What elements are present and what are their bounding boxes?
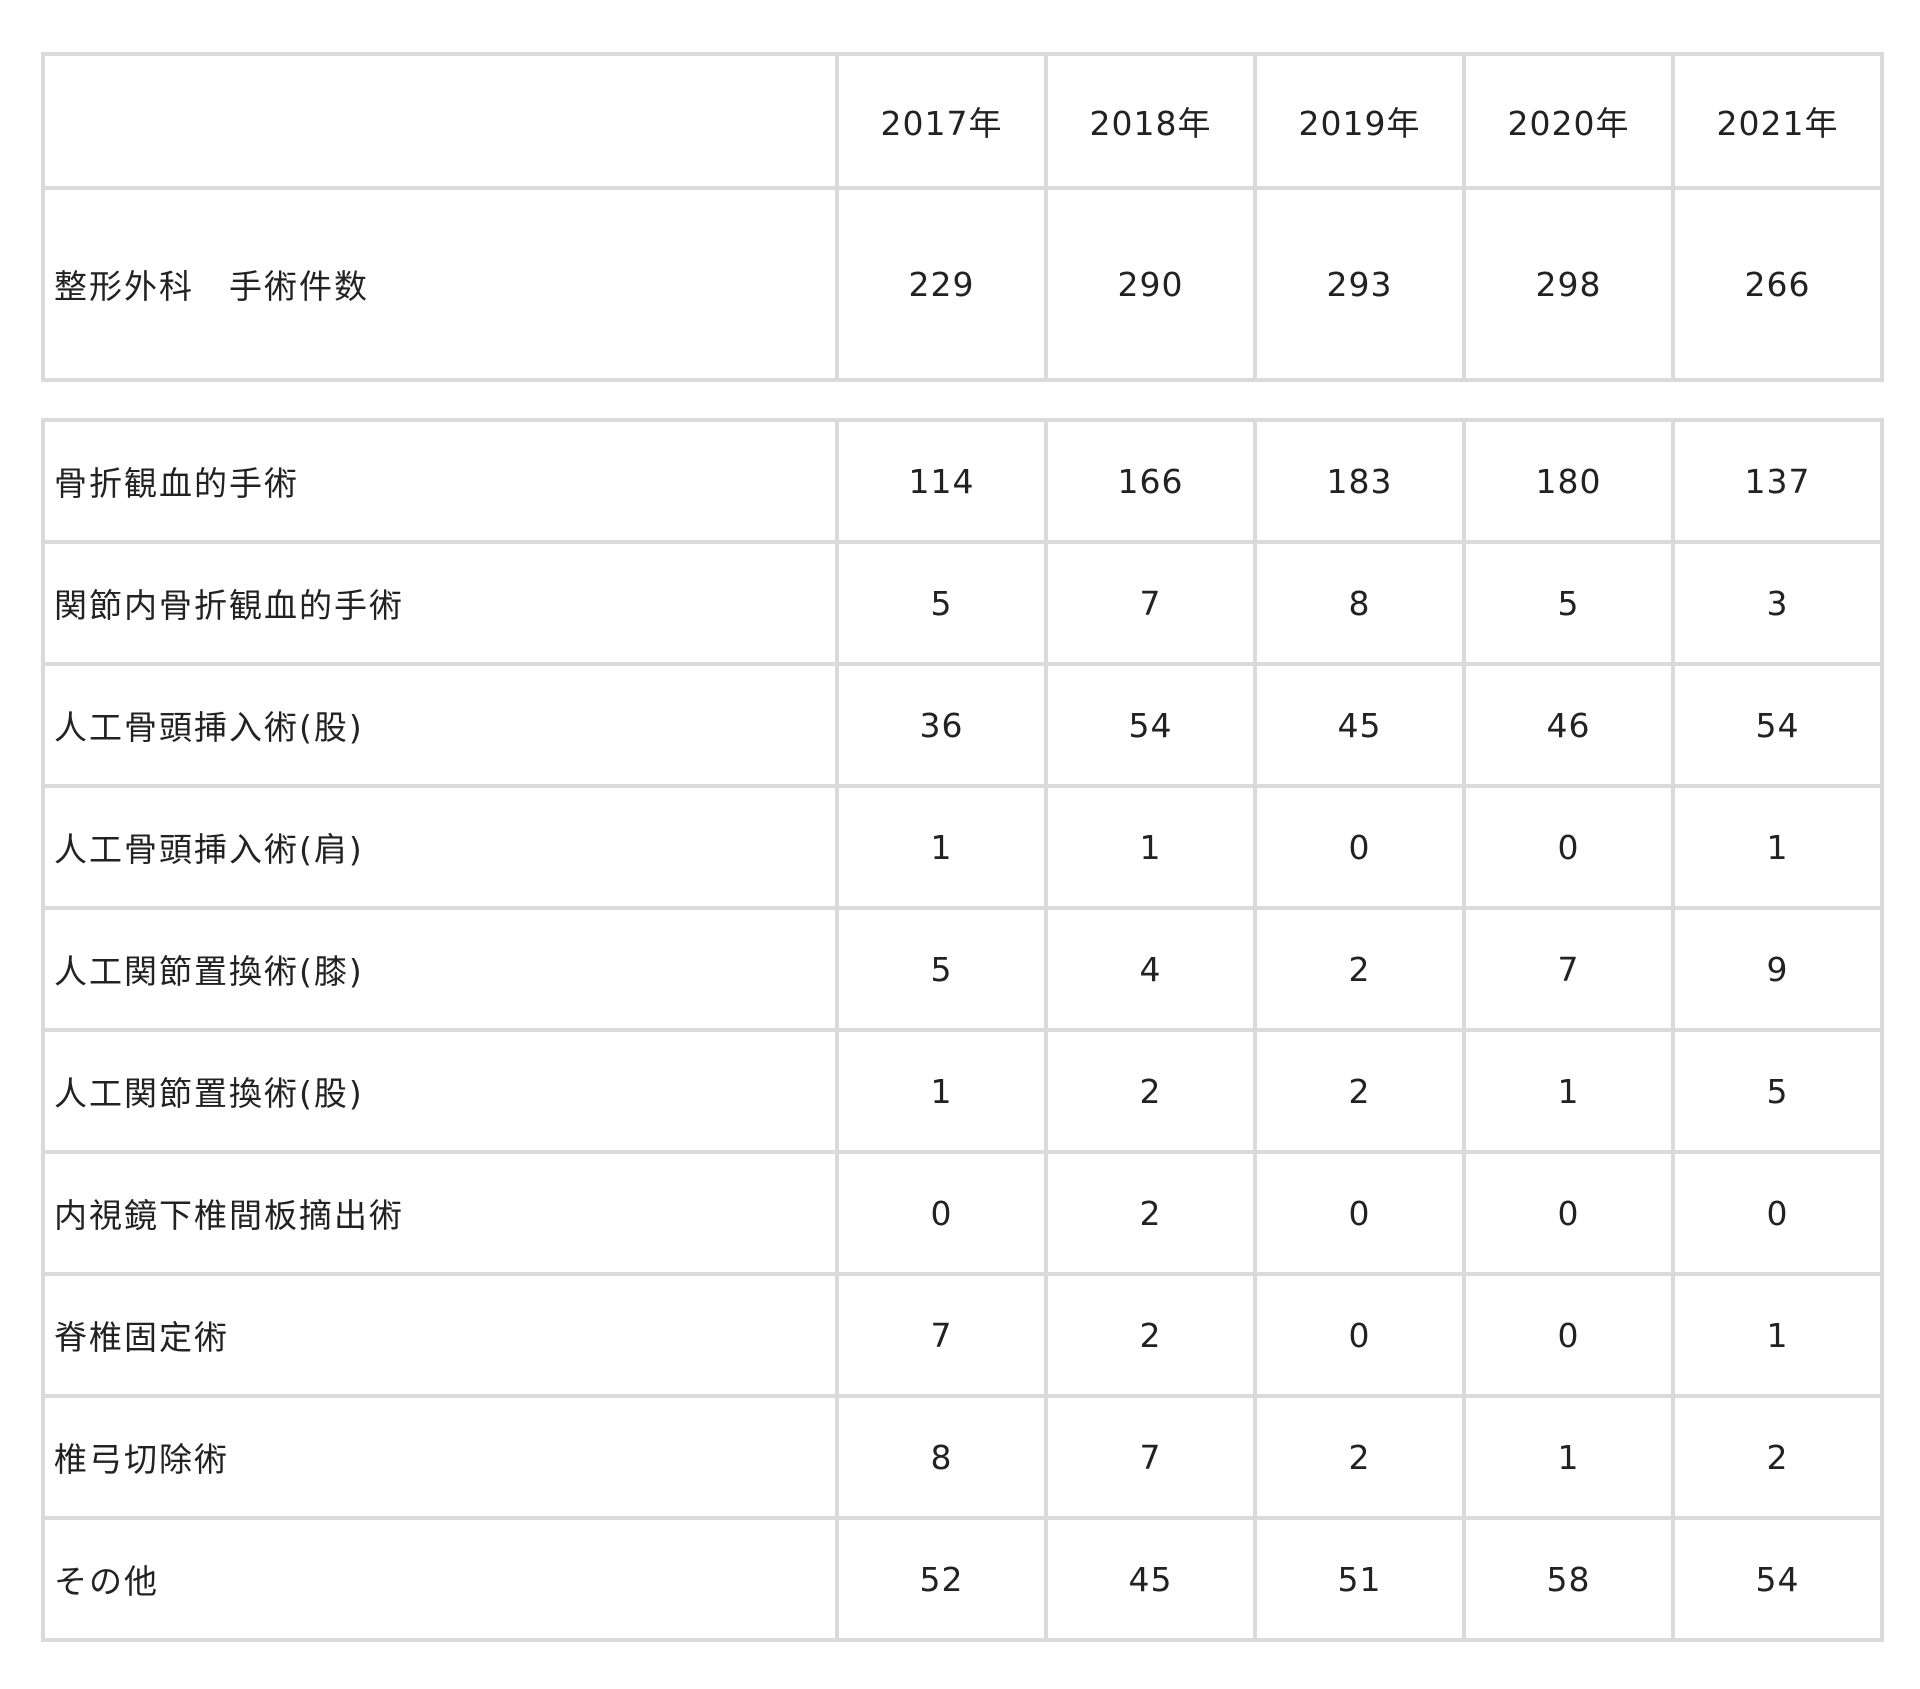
count-cell: 2 <box>1253 1028 1466 1154</box>
count-cell: 54 <box>1044 662 1257 788</box>
procedure-label: 内視鏡下椎間板摘出術 <box>41 1150 839 1276</box>
procedure-label: 脊椎固定術 <box>41 1272 839 1398</box>
count-cell: 183 <box>1253 418 1466 544</box>
procedure-table: 骨折観血的手術 114 166 183 180 137 関節内骨折観血的手術 5… <box>41 418 1884 1642</box>
table-row: その他 52 45 51 58 54 <box>41 1516 1884 1642</box>
table-row: 人工骨頭挿入術(股) 36 54 45 46 54 <box>41 662 1884 788</box>
table-row: 関節内骨折観血的手術 5 7 8 5 3 <box>41 540 1884 666</box>
count-cell: 0 <box>1253 1272 1466 1398</box>
count-cell: 1 <box>1462 1028 1675 1154</box>
procedure-label: 関節内骨折観血的手術 <box>41 540 839 666</box>
count-cell: 2 <box>1253 906 1466 1032</box>
count-cell: 1 <box>1671 1272 1884 1398</box>
summary-table: 2017年 2018年 2019年 2020年 2021年 整形外科 手術件数 … <box>41 52 1884 382</box>
table-row: 人工関節置換術(膝) 5 4 2 7 9 <box>41 906 1884 1032</box>
count-cell: 54 <box>1671 1516 1884 1642</box>
count-cell: 0 <box>835 1150 1048 1276</box>
count-cell: 180 <box>1462 418 1675 544</box>
count-cell: 0 <box>1253 784 1466 910</box>
table-row: 人工関節置換術(股) 1 2 2 1 5 <box>41 1028 1884 1154</box>
count-cell: 51 <box>1253 1516 1466 1642</box>
procedure-label: 骨折観血的手術 <box>41 418 839 544</box>
count-cell: 5 <box>1671 1028 1884 1154</box>
count-cell: 0 <box>1253 1150 1466 1276</box>
count-cell: 0 <box>1671 1150 1884 1276</box>
year-header: 2019年 <box>1253 52 1466 190</box>
total-value: 290 <box>1044 186 1257 382</box>
count-cell: 2 <box>1671 1394 1884 1520</box>
count-cell: 2 <box>1044 1150 1257 1276</box>
count-cell: 9 <box>1671 906 1884 1032</box>
count-cell: 1 <box>835 1028 1048 1154</box>
count-cell: 46 <box>1462 662 1675 788</box>
count-cell: 4 <box>1044 906 1257 1032</box>
count-cell: 1 <box>1044 784 1257 910</box>
count-cell: 1 <box>835 784 1048 910</box>
count-cell: 166 <box>1044 418 1257 544</box>
count-cell: 8 <box>1253 540 1466 666</box>
procedure-label: 椎弓切除術 <box>41 1394 839 1520</box>
count-cell: 52 <box>835 1516 1048 1642</box>
year-header: 2021年 <box>1671 52 1884 190</box>
total-value: 229 <box>835 186 1048 382</box>
total-value: 298 <box>1462 186 1675 382</box>
count-cell: 36 <box>835 662 1048 788</box>
table-row: 人工骨頭挿入術(肩) 1 1 0 0 1 <box>41 784 1884 910</box>
procedure-label: 人工骨頭挿入術(股) <box>41 662 839 788</box>
count-cell: 58 <box>1462 1516 1675 1642</box>
procedure-label: 人工関節置換術(股) <box>41 1028 839 1154</box>
count-cell: 0 <box>1462 1150 1675 1276</box>
total-label: 整形外科 手術件数 <box>41 186 839 382</box>
count-cell: 45 <box>1044 1516 1257 1642</box>
total-value: 293 <box>1253 186 1466 382</box>
count-cell: 7 <box>1044 1394 1257 1520</box>
table-row: 椎弓切除術 8 7 2 1 2 <box>41 1394 1884 1520</box>
count-cell: 8 <box>835 1394 1048 1520</box>
table-row: 内視鏡下椎間板摘出術 0 2 0 0 0 <box>41 1150 1884 1276</box>
table-row: 骨折観血的手術 114 166 183 180 137 <box>41 418 1884 544</box>
year-header: 2017年 <box>835 52 1048 190</box>
count-cell: 5 <box>835 906 1048 1032</box>
total-row: 整形外科 手術件数 229 290 293 298 266 <box>41 186 1884 382</box>
count-cell: 5 <box>835 540 1048 666</box>
count-cell: 137 <box>1671 418 1884 544</box>
count-cell: 7 <box>1462 906 1675 1032</box>
year-header: 2018年 <box>1044 52 1257 190</box>
table-row: 脊椎固定術 7 2 0 0 1 <box>41 1272 1884 1398</box>
count-cell: 3 <box>1671 540 1884 666</box>
year-header: 2020年 <box>1462 52 1675 190</box>
procedure-label: 人工関節置換術(膝) <box>41 906 839 1032</box>
header-row: 2017年 2018年 2019年 2020年 2021年 <box>41 52 1884 190</box>
count-cell: 2 <box>1044 1272 1257 1398</box>
count-cell: 114 <box>835 418 1048 544</box>
count-cell: 7 <box>1044 540 1257 666</box>
header-corner-cell <box>41 52 839 190</box>
count-cell: 54 <box>1671 662 1884 788</box>
count-cell: 2 <box>1253 1394 1466 1520</box>
count-cell: 5 <box>1462 540 1675 666</box>
count-cell: 2 <box>1044 1028 1257 1154</box>
total-value: 266 <box>1671 186 1884 382</box>
count-cell: 1 <box>1671 784 1884 910</box>
count-cell: 0 <box>1462 1272 1675 1398</box>
count-cell: 0 <box>1462 784 1675 910</box>
count-cell: 7 <box>835 1272 1048 1398</box>
procedure-label: 人工骨頭挿入術(肩) <box>41 784 839 910</box>
procedure-label: その他 <box>41 1516 839 1642</box>
count-cell: 1 <box>1462 1394 1675 1520</box>
count-cell: 45 <box>1253 662 1466 788</box>
